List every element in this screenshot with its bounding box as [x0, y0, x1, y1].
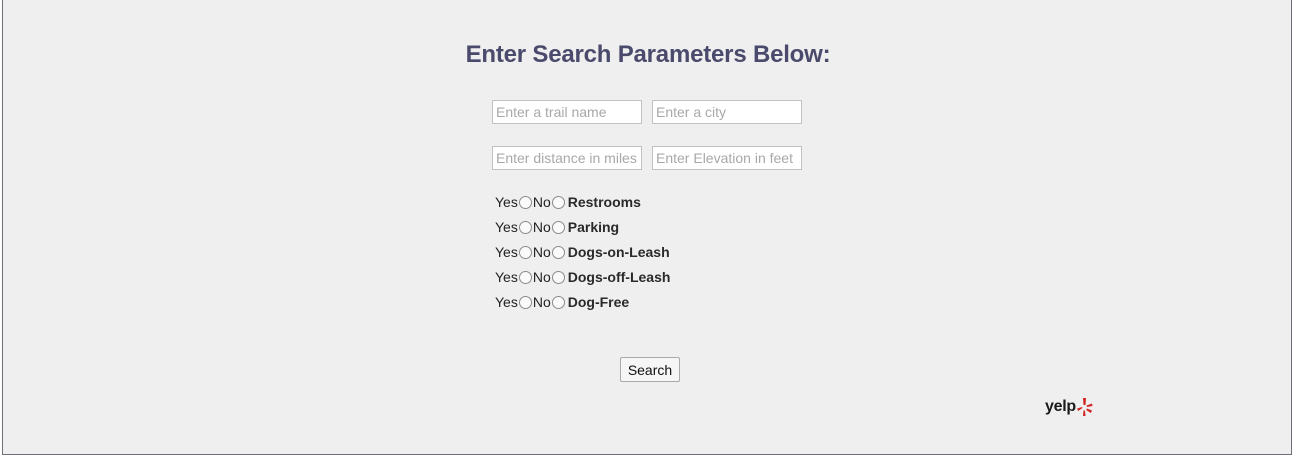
amenity-label: Dogs-off-Leash	[567, 269, 671, 285]
amenity-label: Restrooms	[567, 194, 641, 210]
distance-input[interactable]	[492, 146, 642, 170]
amenity-label: Dogs-on-Leash	[567, 244, 670, 260]
yes-label: Yes	[495, 244, 518, 260]
dog-free-yes-radio[interactable]	[518, 295, 532, 309]
yes-label: Yes	[495, 269, 518, 285]
page-title: Enter Search Parameters Below:	[465, 41, 831, 68]
trail-name-input[interactable]	[492, 100, 642, 124]
amenity-label: Dog-Free	[567, 294, 630, 310]
city-input[interactable]	[652, 100, 802, 124]
yes-label: Yes	[495, 194, 518, 210]
amenity-label: Parking	[567, 219, 620, 235]
restrooms-no-radio[interactable]	[551, 195, 565, 209]
amenity-row-dogs-on-leash: Yes No Dogs-on-Leash	[495, 243, 670, 261]
yelp-wordmark: yelp	[1045, 398, 1076, 415]
yelp-logo: yelp	[1045, 395, 1093, 419]
parking-yes-radio[interactable]	[518, 220, 532, 234]
no-label: No	[532, 194, 551, 210]
amenity-row-restrooms: Yes No Restrooms	[495, 193, 641, 211]
elevation-input[interactable]	[652, 146, 802, 170]
dogs-off-leash-yes-radio[interactable]	[518, 270, 532, 284]
amenity-row-dogs-off-leash: Yes No Dogs-off-Leash	[495, 268, 670, 286]
amenity-row-parking: Yes No Parking	[495, 218, 619, 236]
dogs-off-leash-no-radio[interactable]	[551, 270, 565, 284]
no-label: No	[532, 294, 551, 310]
yes-label: Yes	[495, 219, 518, 235]
yes-label: Yes	[495, 294, 518, 310]
dogs-on-leash-no-radio[interactable]	[551, 245, 565, 259]
search-button[interactable]: Search	[620, 357, 680, 382]
search-panel: Enter Search Parameters Below: Yes No Re…	[2, 0, 1292, 455]
amenity-row-dog-free: Yes No Dog-Free	[495, 293, 629, 311]
parking-no-radio[interactable]	[551, 220, 565, 234]
dogs-on-leash-yes-radio[interactable]	[518, 245, 532, 259]
restrooms-yes-radio[interactable]	[518, 195, 532, 209]
dog-free-no-radio[interactable]	[551, 295, 565, 309]
no-label: No	[532, 244, 551, 260]
no-label: No	[532, 219, 551, 235]
no-label: No	[532, 269, 551, 285]
yelp-burst-icon	[1077, 398, 1093, 416]
